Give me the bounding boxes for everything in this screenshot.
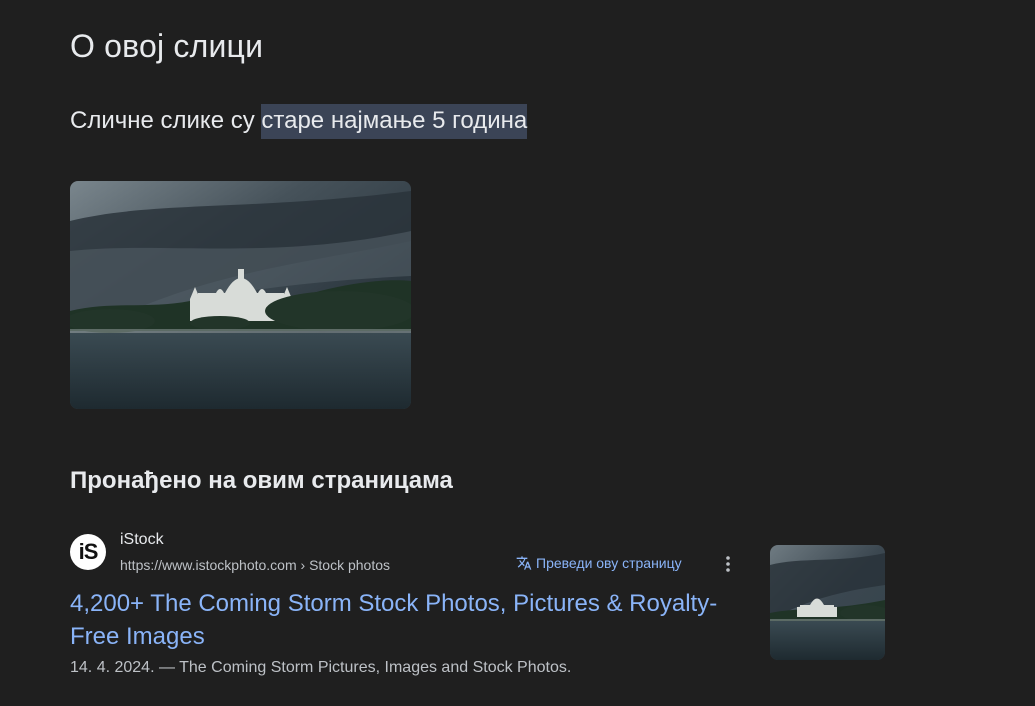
result-title-link[interactable]: 4,200+ The Coming Storm Stock Photos, Pi… — [70, 587, 750, 653]
translate-label: Преведи ову страницу — [536, 555, 682, 571]
istock-logo-icon[interactable]: iS — [70, 534, 106, 570]
similar-images-prefix: Сличне слике су — [70, 107, 262, 134]
translate-page-link[interactable]: Преведи ову страницу — [516, 555, 682, 571]
translate-icon — [516, 556, 532, 570]
result-thumbnail-image — [770, 545, 885, 660]
result-thumbnail[interactable] — [770, 545, 885, 660]
page-title: О овој слици — [70, 28, 264, 64]
kebab-dots — [726, 556, 730, 572]
similar-images-age-highlight: старе најмање 5 година — [261, 104, 528, 139]
result-url[interactable]: https://www.istockphoto.com › Stock phot… — [120, 557, 390, 573]
result-site-name[interactable]: iStock — [120, 531, 164, 549]
more-vert-icon[interactable] — [720, 554, 736, 574]
searched-image-thumbnail[interactable] — [70, 181, 411, 409]
similar-images-age: Сличне слике су старе најмање 5 година — [70, 104, 528, 139]
storm-palace-image — [70, 181, 411, 409]
found-on-pages-heading: Пронађено на овим страницама — [70, 467, 453, 494]
result-snippet: 14. 4. 2024. — The Coming Storm Pictures… — [70, 659, 572, 676]
about-this-image-panel: О овој слици Сличне слике су старе најма… — [0, 0, 1035, 706]
